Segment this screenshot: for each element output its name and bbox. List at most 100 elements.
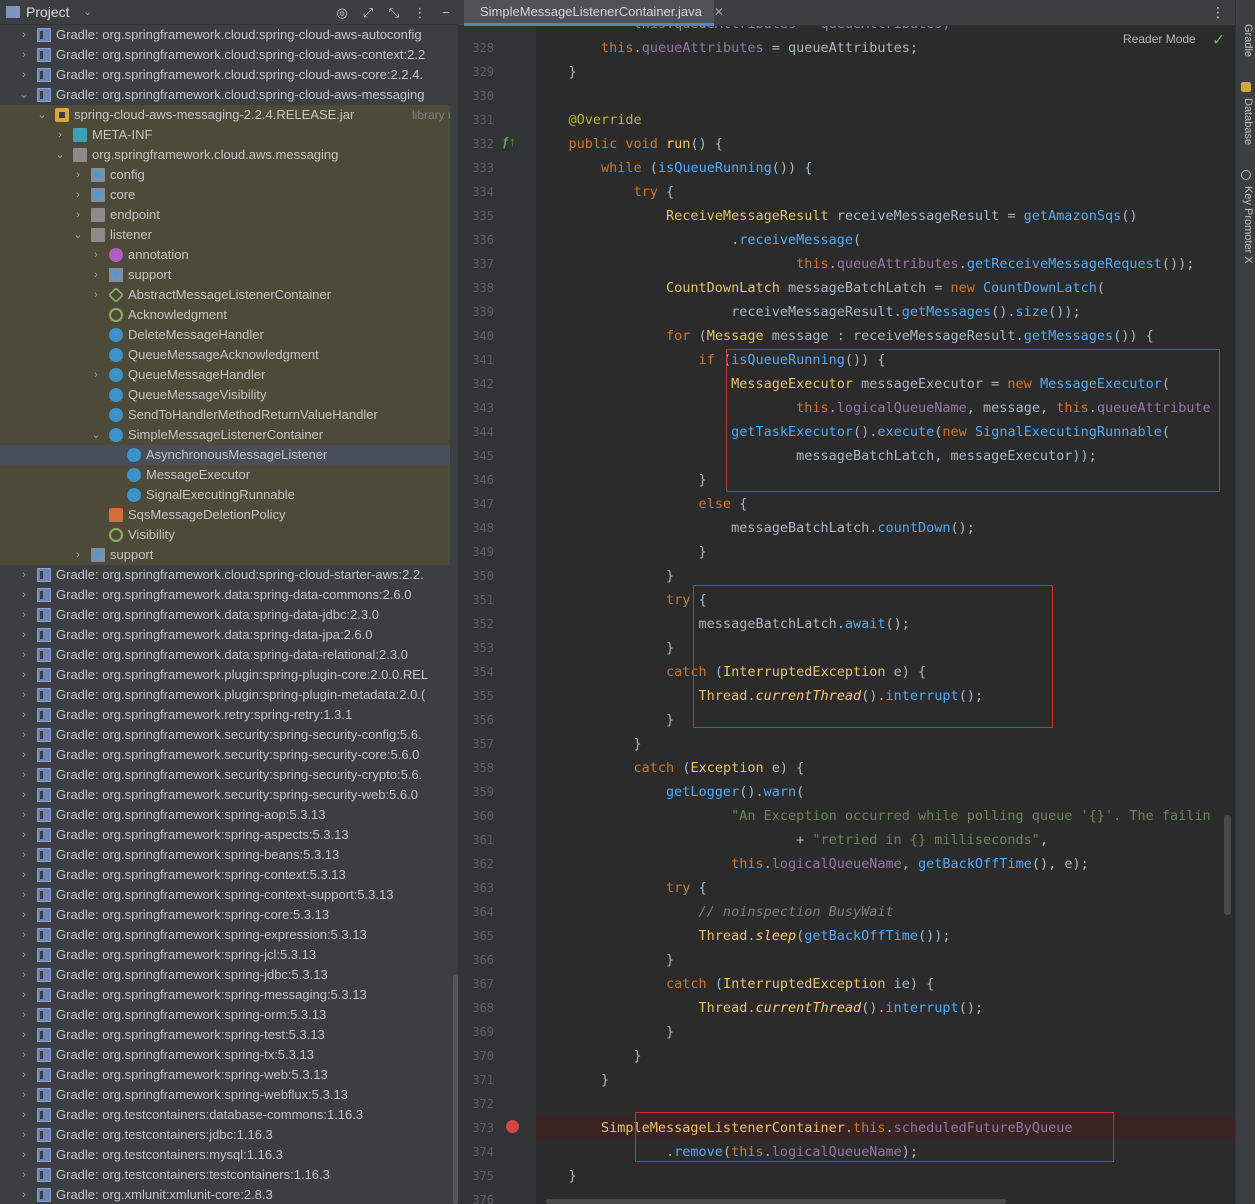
tree-item[interactable]: › Gradle: org.springframework.retry:sprin…: [0, 705, 450, 725]
tree-item[interactable]: › Gradle: org.springframework:spring-aop:…: [0, 805, 450, 825]
tree-item[interactable]: › Gradle: org.springframework:spring-aspe…: [0, 825, 450, 845]
tree-item[interactable]: MessageExecutor: [0, 465, 450, 485]
code-line[interactable]: }: [536, 1164, 577, 1188]
tree-item[interactable]: ⌄ org.springframework.cloud.aws.messaging: [0, 145, 450, 165]
code-line[interactable]: receiveMessageResult.getMessages().size(…: [536, 300, 1081, 324]
close-icon[interactable]: ✕: [714, 5, 724, 19]
tool-tab-gradle[interactable]: Gradle: [1238, 24, 1254, 57]
chevron-right-icon[interactable]: ›: [18, 785, 30, 805]
tree-item[interactable]: DeleteMessageHandler: [0, 325, 450, 345]
code-line[interactable]: messageBatchLatch.countDown();: [536, 516, 975, 540]
chevron-right-icon[interactable]: ›: [18, 25, 30, 45]
chevron-right-icon[interactable]: ›: [18, 1025, 30, 1045]
tree-item[interactable]: › Gradle: org.springframework.security:sp…: [0, 765, 450, 785]
chevron-right-icon[interactable]: ›: [18, 805, 30, 825]
chevron-right-icon[interactable]: ›: [18, 585, 30, 605]
code-line[interactable]: Thread.currentThread().interrupt();: [536, 996, 984, 1020]
breakpoint-icon[interactable]: [506, 1120, 519, 1133]
chevron-right-icon[interactable]: ›: [72, 185, 84, 205]
chevron-right-icon[interactable]: ›: [18, 745, 30, 765]
tree-item[interactable]: › support: [0, 265, 450, 285]
tree-item[interactable]: › Gradle: org.springframework.cloud:sprin…: [0, 65, 450, 85]
tree-item[interactable]: › Gradle: org.springframework.security:sp…: [0, 745, 450, 765]
chevron-right-icon[interactable]: ›: [18, 625, 30, 645]
tree-item[interactable]: › Gradle: org.springframework:spring-tx:5…: [0, 1045, 450, 1065]
code-line[interactable]: CountDownLatch messageBatchLatch = new C…: [536, 276, 1105, 300]
reader-mode-button[interactable]: Reader Mode: [1123, 32, 1196, 46]
tree-item[interactable]: QueueMessageVisibility: [0, 385, 450, 405]
code-line[interactable]: this.queueAttributes = queueAttributes;: [536, 26, 951, 36]
tree-item[interactable]: › Gradle: org.springframework.plugin:spri…: [0, 685, 450, 705]
tree-item[interactable]: QueueMessageAcknowledgment: [0, 345, 450, 365]
tree-item[interactable]: › AbstractMessageListenerContainer: [0, 285, 450, 305]
tree-item[interactable]: › Gradle: org.springframework:spring-webf…: [0, 1085, 450, 1105]
tree-item[interactable]: › Gradle: org.springframework.data:spring…: [0, 585, 450, 605]
tree-item[interactable]: › Gradle: org.springframework.data:spring…: [0, 625, 450, 645]
chevron-right-icon[interactable]: ›: [18, 1125, 30, 1145]
chevron-right-icon[interactable]: ›: [72, 205, 84, 225]
hide-panel-icon[interactable]: −: [438, 3, 454, 21]
tree-item[interactable]: Visibility: [0, 525, 450, 545]
chevron-right-icon[interactable]: ›: [18, 565, 30, 585]
tree-item[interactable]: › Gradle: org.testcontainers:mysql:1.16.3: [0, 1145, 450, 1165]
chevron-right-icon[interactable]: ›: [18, 1005, 30, 1025]
tree-item[interactable]: › endpoint: [0, 205, 450, 225]
code-line[interactable]: try {: [536, 876, 707, 900]
chevron-right-icon[interactable]: ›: [18, 865, 30, 885]
code-line[interactable]: else {: [536, 492, 748, 516]
code-line[interactable]: this.queueAttributes = queueAttributes;: [536, 36, 918, 60]
chevron-down-icon[interactable]: ⌄: [90, 425, 102, 445]
code-line[interactable]: this.queueAttributes.getReceiveMessageRe…: [536, 252, 1194, 276]
code-line[interactable]: @Override: [536, 108, 642, 132]
expand-all-icon[interactable]: ⤢: [360, 3, 376, 21]
tree-item[interactable]: ⌄ listener: [0, 225, 450, 245]
chevron-right-icon[interactable]: ›: [18, 1145, 30, 1165]
code-line[interactable]: + "retried in {} milliseconds",: [536, 828, 1048, 852]
chevron-right-icon[interactable]: ›: [18, 925, 30, 945]
implements-gutter-icon[interactable]: ƒ↑: [502, 134, 516, 149]
tree-item[interactable]: › Gradle: org.springframework:spring-jdbc…: [0, 965, 450, 985]
code-line[interactable]: Thread.sleep(getBackOffTime());: [536, 924, 951, 948]
code-line[interactable]: }: [536, 708, 674, 732]
chevron-right-icon[interactable]: ›: [18, 65, 30, 85]
code-line[interactable]: }: [536, 1020, 674, 1044]
chevron-right-icon[interactable]: ›: [18, 1165, 30, 1185]
tree-item[interactable]: › Gradle: org.springframework:spring-jcl:…: [0, 945, 450, 965]
code-line[interactable]: }: [536, 564, 674, 588]
code-line[interactable]: // noinspection BusyWait: [536, 900, 894, 924]
chevron-right-icon[interactable]: ›: [90, 365, 102, 385]
chevron-down-icon[interactable]: ⌄: [18, 85, 30, 105]
tree-item[interactable]: › Gradle: org.testcontainers:jdbc:1.16.3: [0, 1125, 450, 1145]
tree-item[interactable]: › Gradle: org.springframework.security:sp…: [0, 725, 450, 745]
tool-tab-key-promoter-x[interactable]: Key Promoter X: [1238, 186, 1254, 264]
tab-simple-message-listener-container[interactable]: SimpleMessageListenerContainer.java ✕: [464, 0, 724, 26]
tree-item[interactable]: AsynchronousMessageListener: [0, 445, 450, 465]
code-line[interactable]: ReceiveMessageResult receiveMessageResul…: [536, 204, 1137, 228]
tree-item[interactable]: › Gradle: org.springframework.data:spring…: [0, 605, 450, 625]
chevron-right-icon[interactable]: ›: [18, 965, 30, 985]
tree-item[interactable]: SendToHandlerMethodReturnValueHandler: [0, 405, 450, 425]
chevron-right-icon[interactable]: ›: [90, 265, 102, 285]
chevron-right-icon[interactable]: ›: [18, 1065, 30, 1085]
tree-item[interactable]: › Gradle: org.testcontainers:database-com…: [0, 1105, 450, 1125]
tree-item[interactable]: › Gradle: org.springframework.security:sp…: [0, 785, 450, 805]
tab-options-icon[interactable]: ⋮: [1211, 4, 1225, 21]
chevron-down-icon[interactable]: ⌄: [72, 225, 84, 245]
tree-item[interactable]: › Gradle: org.springframework:spring-web:…: [0, 1065, 450, 1085]
tree-item[interactable]: › Gradle: org.springframework:spring-test…: [0, 1025, 450, 1045]
code-line[interactable]: }: [536, 732, 642, 756]
chevron-right-icon[interactable]: ›: [18, 1045, 30, 1065]
code-line[interactable]: this.logicalQueueName, getBackOffTime(),…: [536, 852, 1089, 876]
tree-item[interactable]: ⌄ spring-cloud-aws-messaging-2.2.4.RELEAS…: [0, 105, 450, 125]
tree-item[interactable]: › Gradle: org.xmlunit:xmlunit-core:2.8.3: [0, 1185, 450, 1204]
chevron-right-icon[interactable]: ›: [18, 845, 30, 865]
code-line[interactable]: catch (InterruptedException ie) {: [536, 972, 934, 996]
tree-item[interactable]: › Gradle: org.springframework.cloud:sprin…: [0, 45, 450, 65]
code-line[interactable]: public void run() {: [536, 132, 723, 156]
tree-item[interactable]: ⌄ Gradle: org.springframework.cloud:sprin…: [0, 85, 450, 105]
code-line[interactable]: }: [536, 540, 707, 564]
chevron-right-icon[interactable]: ›: [18, 765, 30, 785]
tree-item[interactable]: Acknowledgment: [0, 305, 450, 325]
chevron-right-icon[interactable]: ›: [18, 45, 30, 65]
tree-item[interactable]: › Gradle: org.springframework:spring-cont…: [0, 865, 450, 885]
